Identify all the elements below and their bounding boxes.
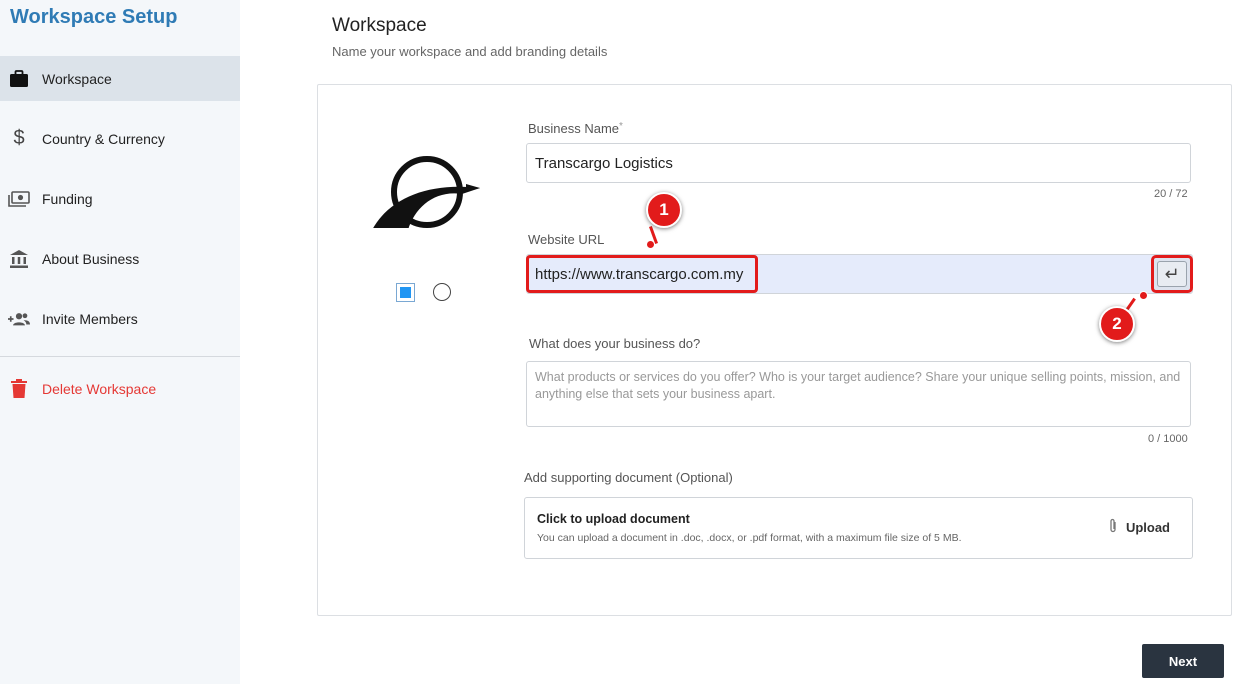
paperclip-icon — [1108, 518, 1118, 537]
upload-button[interactable]: Upload — [1108, 518, 1170, 537]
sidebar: Workspace Setup Workspace $ Country & Cu… — [0, 0, 240, 684]
sidebar-divider — [0, 356, 240, 357]
business-name-value: Transcargo Logistics — [535, 154, 673, 172]
page-title: Workspace — [332, 15, 427, 36]
briefcase-icon — [8, 68, 30, 90]
website-url-label: Website URL — [528, 232, 605, 247]
sidebar-item-invite-members[interactable]: Invite Members — [0, 296, 240, 341]
sidebar-item-delete-workspace[interactable]: Delete Workspace — [0, 366, 240, 411]
business-name-label-text: Business Name — [528, 121, 620, 136]
sidebar-title: Workspace Setup — [10, 6, 178, 28]
marker-1-dot — [646, 240, 655, 249]
upload-description: You can upload a document in .doc, .docx… — [537, 532, 962, 544]
bank-icon — [8, 248, 30, 270]
business-name-label: Business Name* — [528, 121, 623, 136]
description-textarea[interactable]: What products or services do you offer? … — [526, 361, 1191, 427]
trash-icon — [8, 378, 30, 400]
money-icon — [8, 188, 30, 210]
business-name-counter: 20 / 72 — [1154, 188, 1188, 200]
sidebar-item-country-currency[interactable]: $ Country & Currency — [0, 116, 240, 161]
sidebar-item-workspace[interactable]: Workspace — [0, 56, 240, 101]
sidebar-item-funding[interactable]: Funding — [0, 176, 240, 221]
sidebar-item-label: Funding — [42, 190, 93, 207]
business-name-input[interactable]: Transcargo Logistics — [526, 143, 1191, 183]
logo-option-square[interactable] — [396, 283, 415, 302]
add-group-icon — [8, 308, 30, 330]
document-label: Add supporting document (Optional) — [524, 470, 733, 485]
upload-button-label: Upload — [1125, 520, 1170, 535]
dollar-icon: $ — [13, 127, 25, 149]
marker-2-text: 2 — [1112, 314, 1122, 333]
url-annotation-highlight — [526, 255, 758, 293]
marker-1-text: 1 — [659, 200, 669, 219]
sidebar-item-label: About Business — [42, 250, 140, 267]
url-submit-button[interactable]: ↵ — [1151, 255, 1193, 293]
company-logo — [370, 152, 482, 234]
sidebar-item-about-business[interactable]: About Business — [0, 236, 240, 281]
description-counter: 0 / 1000 — [1148, 433, 1188, 445]
required-mark: * — [619, 121, 623, 132]
description-label: What does your business do? — [529, 336, 701, 351]
page-subtitle: Name your workspace and add branding det… — [332, 44, 608, 59]
annotation-marker-2: 2 — [1099, 306, 1135, 342]
sidebar-item-label: Delete Workspace — [42, 380, 157, 397]
upload-title: Click to upload document — [537, 512, 690, 526]
next-button[interactable]: Next — [1142, 644, 1224, 678]
sidebar-item-label: Country & Currency — [42, 130, 165, 147]
upload-dropzone[interactable]: Click to upload document You can upload … — [524, 497, 1193, 559]
description-placeholder: What products or services do you offer? … — [535, 370, 1181, 401]
enter-icon: ↵ — [1164, 263, 1180, 284]
marker-2-dot — [1139, 291, 1148, 300]
sidebar-item-label: Workspace — [42, 70, 112, 87]
sidebar-item-label: Invite Members — [42, 310, 138, 327]
logo-option-circle[interactable] — [433, 283, 451, 301]
annotation-marker-1: 1 — [646, 192, 682, 228]
